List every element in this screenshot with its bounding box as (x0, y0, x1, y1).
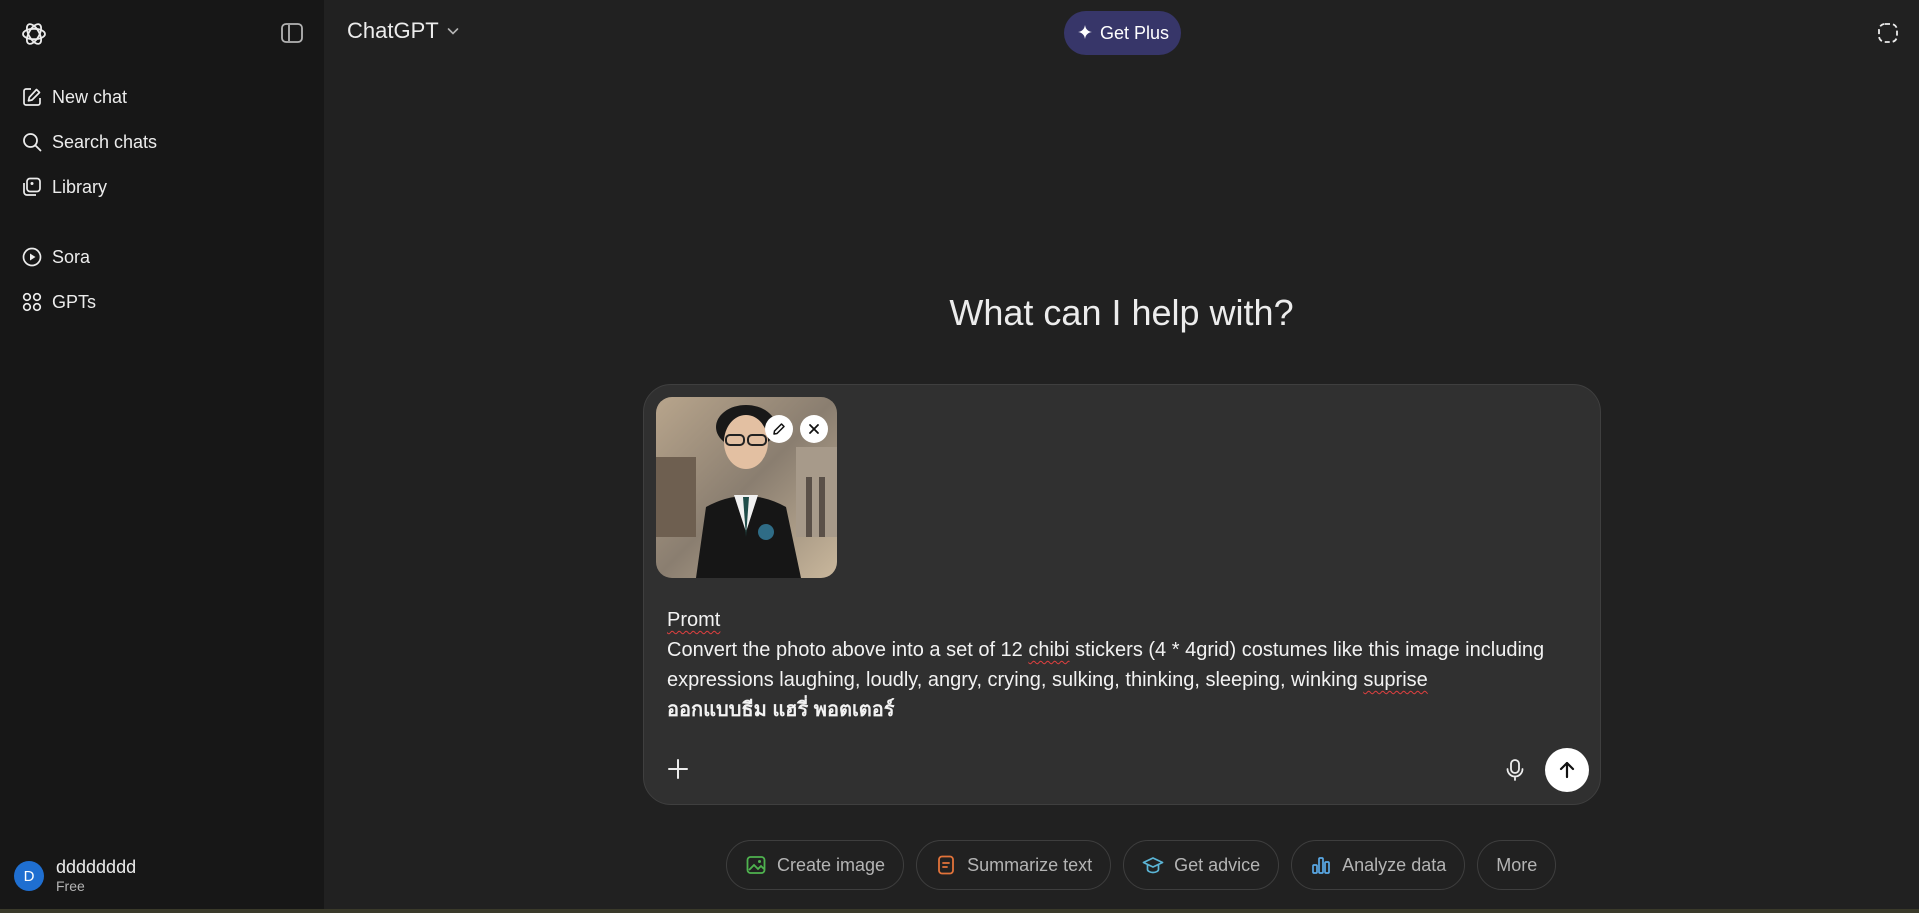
prompt-line: Convert the photo above into a set of 12… (667, 639, 1545, 661)
chip-label: Summarize text (967, 854, 1093, 875)
chip-label: Get advice (1174, 854, 1261, 875)
sidebar-item-label: Library (52, 176, 108, 197)
composer: Promt Convert the photo above into a set… (643, 384, 1601, 805)
user-plan: Free (56, 878, 85, 894)
spellcheck-marked-word: chibi (1028, 639, 1070, 661)
model-selector[interactable]: ChatGPT (347, 18, 461, 44)
prompt-input[interactable]: Promt Convert the photo above into a set… (667, 605, 1577, 725)
spellcheck-marked-word: suprise (1363, 669, 1428, 691)
suggestion-chips: Create image Summarize text Get advice A… (726, 840, 1557, 892)
sidebar-item-label: Search chats (52, 131, 158, 152)
document-icon (938, 855, 954, 875)
add-attachment-button[interactable] (664, 755, 692, 783)
prompt-line: ออกแบบธีม แฮรี่ พอตเตอร์ (667, 699, 895, 721)
send-button[interactable] (1545, 748, 1589, 792)
window-bottom-edge (0, 909, 1919, 913)
sidebar-item-label: New chat (52, 86, 128, 107)
analyze-data-button[interactable]: Analyze data (1291, 840, 1466, 890)
prompt-line: Promt (667, 609, 721, 631)
sidebar-item-label: Sora (52, 246, 91, 267)
chip-label: Create image (777, 854, 886, 875)
avatar: D (14, 861, 44, 891)
dashed-circle-icon[interactable] (1876, 21, 1900, 45)
search-icon (20, 130, 44, 154)
model-name: ChatGPT (347, 18, 439, 43)
edit-image-button[interactable] (765, 415, 793, 443)
close-icon (809, 424, 819, 434)
get-advice-button[interactable]: Get advice (1123, 840, 1280, 890)
get-plus-label: Get Plus (1099, 22, 1170, 43)
sidebar-item-search-chats[interactable]: Search chats (12, 122, 312, 162)
prompt-line: expressions laughing, loudly, angry, cry… (667, 669, 1428, 691)
sidebar-item-new-chat[interactable]: New chat (12, 77, 312, 117)
graduation-cap-icon (1142, 857, 1164, 874)
sparkle-icon (1077, 25, 1092, 39)
create-image-button[interactable]: Create image (726, 840, 905, 890)
pencil-square-icon (20, 85, 44, 109)
play-circle-icon (20, 245, 44, 269)
get-plus-button[interactable]: Get Plus (1064, 11, 1181, 55)
page-title: What can I help with? (949, 292, 1294, 333)
chip-label: More (1496, 854, 1538, 875)
pencil-icon (773, 423, 785, 435)
more-button[interactable]: More (1477, 840, 1557, 890)
sidebar-toggle-icon[interactable] (280, 22, 304, 44)
sidebar-item-library[interactable]: Library (12, 167, 312, 207)
library-icon (20, 175, 44, 199)
sidebar-item-sora[interactable]: Sora (12, 237, 312, 277)
bar-chart-icon (1312, 857, 1331, 874)
chevron-down-icon (447, 28, 459, 35)
image-icon (746, 856, 766, 874)
user-name: dddddddd (56, 857, 137, 877)
openai-logo-icon[interactable] (20, 20, 48, 48)
remove-image-button[interactable] (800, 415, 828, 443)
sidebar: New chat Search chats Library Sora GPTs … (0, 0, 324, 913)
summarize-text-button[interactable]: Summarize text (916, 840, 1112, 890)
microphone-icon[interactable] (1502, 757, 1528, 783)
chip-label: Analyze data (1342, 854, 1447, 875)
arrow-up-icon (1559, 761, 1575, 779)
attached-image[interactable] (656, 397, 837, 578)
user-profile[interactable]: D dddddddd Free (14, 857, 136, 895)
